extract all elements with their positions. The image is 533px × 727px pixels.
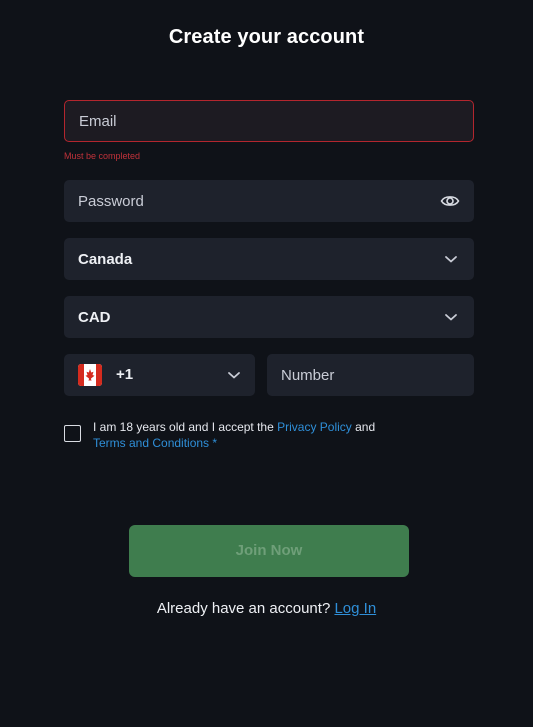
email-field-container <box>64 100 474 142</box>
chevron-down-icon <box>228 372 240 379</box>
phone-number-input[interactable] <box>267 354 474 396</box>
login-prompt: Already have an account? Log In <box>0 600 533 617</box>
email-input[interactable] <box>65 101 473 141</box>
chevron-down-icon <box>445 314 457 321</box>
privacy-policy-link[interactable]: Privacy Policy <box>277 420 352 434</box>
currency-selected-value: CAD <box>78 308 111 326</box>
required-mark: * <box>209 436 218 450</box>
login-prompt-text: Already have an account? <box>156 600 335 617</box>
eye-icon[interactable] <box>440 192 460 210</box>
password-field-container <box>64 180 474 222</box>
phone-number-field-container <box>267 354 474 396</box>
terms-text-before: I am 18 years old and I accept the <box>93 420 278 434</box>
terms-text: I am 18 years old and I accept the Priva… <box>93 419 473 451</box>
country-select[interactable]: Canada <box>64 238 474 280</box>
terms-checkbox[interactable] <box>64 425 81 442</box>
join-now-button[interactable]: Join Now <box>129 525 409 577</box>
email-error-message: Must be completed <box>64 151 141 161</box>
phone-code-select[interactable]: +1 <box>64 354 255 396</box>
chevron-down-icon <box>445 256 457 263</box>
terms-and-conditions-link[interactable]: Terms and Conditions <box>93 436 209 450</box>
phone-code-value: +1 <box>116 366 134 383</box>
currency-select[interactable]: CAD <box>64 296 474 338</box>
country-selected-value: Canada <box>78 250 133 268</box>
page-title: Create your account <box>168 26 365 48</box>
password-input[interactable] <box>64 180 474 222</box>
canada-flag-icon <box>78 364 102 386</box>
signup-page: Create your account Must be completed Ca… <box>0 0 533 727</box>
log-in-link[interactable]: Log In <box>334 600 376 617</box>
terms-text-middle: and <box>351 420 376 434</box>
